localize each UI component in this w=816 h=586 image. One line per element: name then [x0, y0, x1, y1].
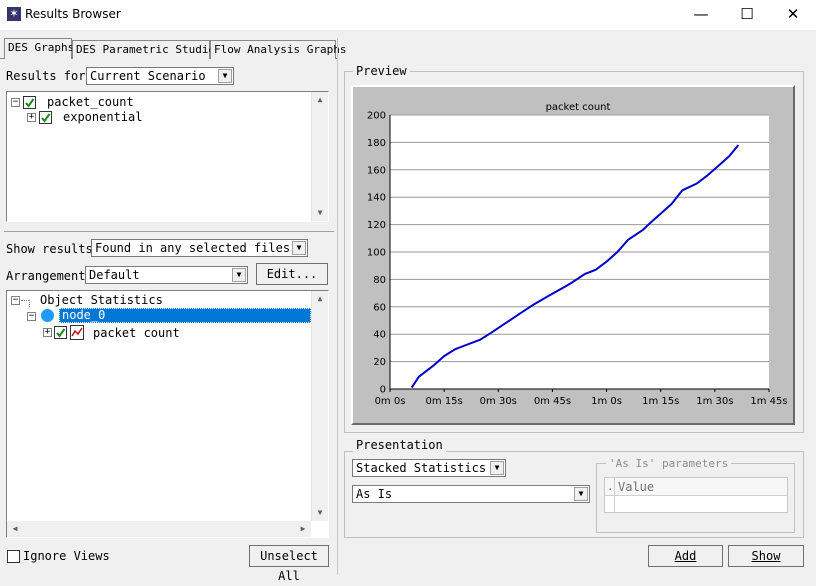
chevron-down-icon[interactable]: ▼: [218, 69, 232, 83]
presentation-mode-value: Stacked Statistics: [356, 461, 487, 475]
tab-flow-analysis-graphs[interactable]: Flow Analysis Graphs: [210, 40, 346, 59]
statistics-tree[interactable]: − Object Statistics − node_0 + packet co…: [6, 290, 329, 538]
checkbox-packet-count-stat[interactable]: [54, 326, 67, 339]
checkbox-packet-count[interactable]: [23, 96, 36, 109]
chart-grid: [390, 114, 769, 390]
x-tick-label: 1m 45s: [750, 396, 787, 407]
y-tick-label: 80: [373, 275, 386, 286]
maximize-button[interactable]: ☐: [724, 0, 770, 30]
y-tick-label: 120: [367, 220, 386, 231]
tree-item-node-0-selected[interactable]: node_0: [59, 308, 311, 323]
node-icon: [41, 309, 54, 322]
show-button-label: Show: [751, 549, 781, 563]
y-tick-label: 180: [367, 138, 386, 149]
add-button-label: Add: [674, 549, 697, 563]
chevron-down-icon[interactable]: ▼: [490, 461, 504, 475]
scroll-up-icon[interactable]: ▲: [312, 291, 328, 307]
stats-tree-hscrollbar[interactable]: ◀ ▶: [7, 521, 311, 537]
stats-tree-vscrollbar[interactable]: ▲ ▼: [311, 291, 328, 521]
preview-label: Preview: [353, 64, 410, 78]
ignore-views-checkbox[interactable]: [7, 550, 20, 563]
ignore-views-label: Ignore Views: [23, 549, 110, 563]
chevron-down-icon[interactable]: ▼: [292, 241, 306, 255]
params-column-divider: [614, 478, 615, 512]
expand-icon[interactable]: +: [43, 328, 52, 337]
x-tick-label: 0m 30s: [480, 396, 517, 407]
as-is-params-label: 'As Is' parameters: [606, 457, 732, 471]
results-tree-scrollbar[interactable]: ▲ ▼: [311, 92, 328, 221]
collapse-icon[interactable]: −: [27, 312, 36, 321]
tree-connector: [29, 300, 30, 307]
chart-frame: 0 20 40 60 80 100 120 140 160 180 200 0m 0s 0m 15s 0m…: [351, 85, 795, 425]
params-row-marker: .: [607, 480, 614, 493]
y-tick-label: 160: [367, 165, 386, 176]
panel-divider: [337, 38, 338, 575]
params-value-header: Value: [618, 480, 655, 494]
filter-value: As Is: [356, 487, 393, 501]
tree-item-exponential[interactable]: exponential: [63, 110, 142, 124]
check-icon: [25, 98, 35, 108]
y-tick-label: 0: [380, 385, 386, 396]
show-button[interactable]: Show: [728, 545, 804, 567]
results-for-dropdown[interactable]: Current Scenario ▼: [86, 67, 234, 85]
scroll-left-icon[interactable]: ◀: [7, 521, 23, 537]
expand-icon[interactable]: +: [27, 113, 36, 122]
edit-button[interactable]: Edit...: [256, 263, 328, 285]
unselect-all-button[interactable]: Unselect All: [249, 545, 329, 583]
filter-dropdown[interactable]: As Is ▼: [352, 485, 590, 503]
presentation-mode-dropdown[interactable]: Stacked Statistics ▼: [352, 459, 506, 477]
x-tick-label: 0m 45s: [534, 396, 571, 407]
show-results-dropdown[interactable]: Found in any selected files ▼: [91, 239, 308, 257]
chart-title: packet count: [546, 102, 611, 113]
results-for-value: Current Scenario: [90, 69, 206, 83]
tab-des-parametric-studies[interactable]: DES Parametric Studies: [72, 40, 222, 59]
chart-canvas: 0 20 40 60 80 100 120 140 160 180 200 0m 0s 0m 15s 0m…: [367, 102, 788, 407]
x-tick-label: 1m 0s: [591, 396, 622, 407]
y-tick-label: 140: [367, 193, 386, 204]
params-table: . Value: [604, 477, 788, 513]
tree-item-packet-count-stat[interactable]: packet count: [93, 326, 180, 340]
node-0-label: node_0: [62, 308, 106, 322]
arrangement-value: Default: [89, 268, 140, 282]
scroll-up-icon[interactable]: ▲: [312, 92, 328, 108]
y-tick-label: 60: [373, 302, 386, 313]
y-tick-label: 20: [373, 357, 386, 368]
x-tick-label: 1m 15s: [642, 396, 679, 407]
scroll-right-icon[interactable]: ▶: [295, 521, 311, 537]
results-tree[interactable]: − packet_count + exponential ▲ ▼: [6, 91, 329, 222]
minimize-button[interactable]: —: [678, 0, 724, 30]
chevron-down-icon[interactable]: ▼: [574, 487, 588, 501]
app-logo-icon: ✶: [7, 7, 21, 21]
window-title: Results Browser: [25, 7, 121, 21]
show-results-label: Show results:: [6, 242, 100, 256]
add-button[interactable]: Add: [648, 545, 723, 567]
splitter[interactable]: [4, 231, 334, 232]
collapse-icon[interactable]: −: [11, 296, 20, 305]
tree-connector: [21, 300, 29, 301]
arrangement-label: Arrangement:: [6, 269, 93, 283]
check-icon: [56, 328, 66, 338]
chevron-down-icon[interactable]: ▼: [232, 268, 246, 282]
close-button[interactable]: ✕: [770, 0, 816, 30]
tab-des-graphs[interactable]: DES Graphs: [4, 38, 74, 59]
show-results-value: Found in any selected files: [95, 241, 291, 255]
x-tick-label: 0m 15s: [426, 396, 463, 407]
presentation-label: Presentation: [353, 438, 446, 452]
collapse-icon[interactable]: −: [11, 98, 20, 107]
tree-root-object-statistics[interactable]: Object Statistics: [40, 293, 163, 307]
x-tick-label: 0m 0s: [375, 396, 406, 407]
graph-line-icon: [71, 327, 83, 337]
y-tick-label: 200: [367, 111, 386, 122]
x-tick-label: 1m 30s: [696, 396, 733, 407]
tree-item-packet-count[interactable]: packet_count: [47, 95, 134, 109]
check-icon: [41, 113, 51, 123]
results-for-label: Results for:: [6, 69, 93, 83]
scroll-down-icon[interactable]: ▼: [312, 205, 328, 221]
checkbox-exponential[interactable]: [39, 111, 52, 124]
arrangement-dropdown[interactable]: Default ▼: [85, 266, 248, 284]
graph-icon: [70, 325, 84, 340]
y-tick-label: 40: [373, 330, 386, 341]
scroll-down-icon[interactable]: ▼: [312, 505, 328, 521]
y-tick-label: 100: [367, 248, 386, 259]
